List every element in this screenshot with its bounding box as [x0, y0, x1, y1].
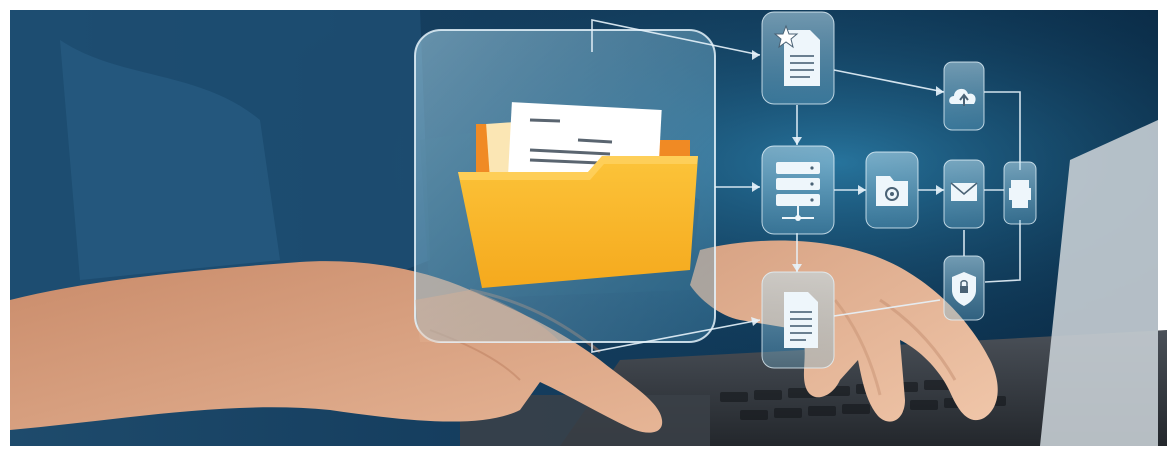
- starred-document-icon: [761, 11, 835, 105]
- scene-illustration: [0, 0, 1167, 454]
- folder-settings-icon: [865, 151, 919, 229]
- text-document-icon: [761, 271, 835, 369]
- server-icon: [761, 145, 835, 235]
- cloud-upload-icon: [943, 61, 985, 131]
- photo-scene: [0, 0, 1167, 454]
- mail-icon: [943, 159, 985, 229]
- printer-icon: [1003, 161, 1037, 225]
- shield-icon: [943, 255, 985, 321]
